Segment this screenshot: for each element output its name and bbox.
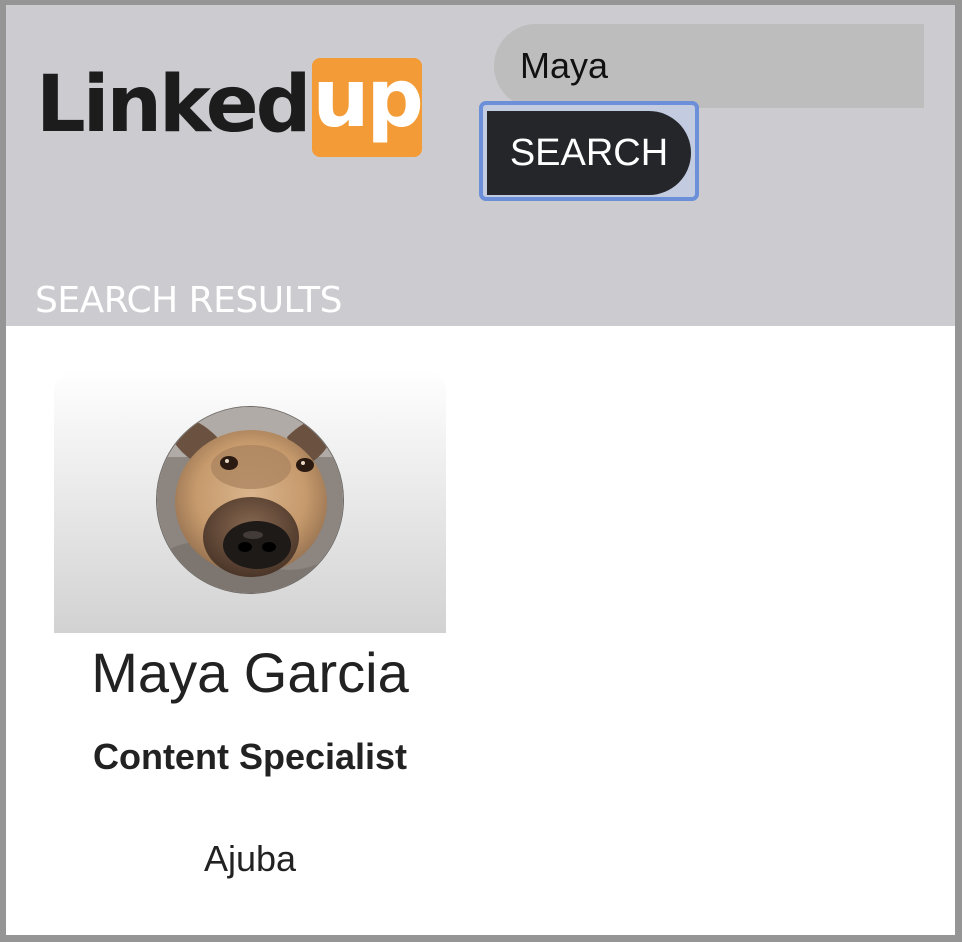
search-button-label: SEARCH <box>487 111 691 195</box>
result-company: Ajuba <box>203 838 297 879</box>
logo-up-badge: up <box>312 58 424 157</box>
page: Linked up SEARCH SEARCH RESULTS <box>6 5 955 935</box>
search-results-heading: SEARCH RESULTS <box>35 280 343 321</box>
linkedup-logo[interactable]: Linked up <box>36 58 424 157</box>
result-card[interactable]: Maya Garcia Content Specialist Ajuba <box>54 369 446 889</box>
card-header-background <box>54 369 446 633</box>
avatar <box>156 406 344 594</box>
site-header: Linked up SEARCH SEARCH RESULTS <box>6 5 955 326</box>
browser-frame: Linked up SEARCH SEARCH RESULTS <box>0 0 962 942</box>
search-input[interactable] <box>494 24 924 108</box>
dog-photo-avatar-icon <box>157 407 343 593</box>
result-job-title: Content Specialist <box>92 736 408 777</box>
result-name: Maya Garcia <box>91 641 409 704</box>
search-button[interactable]: SEARCH <box>479 101 699 201</box>
logo-linked-text: Linked <box>36 59 311 150</box>
